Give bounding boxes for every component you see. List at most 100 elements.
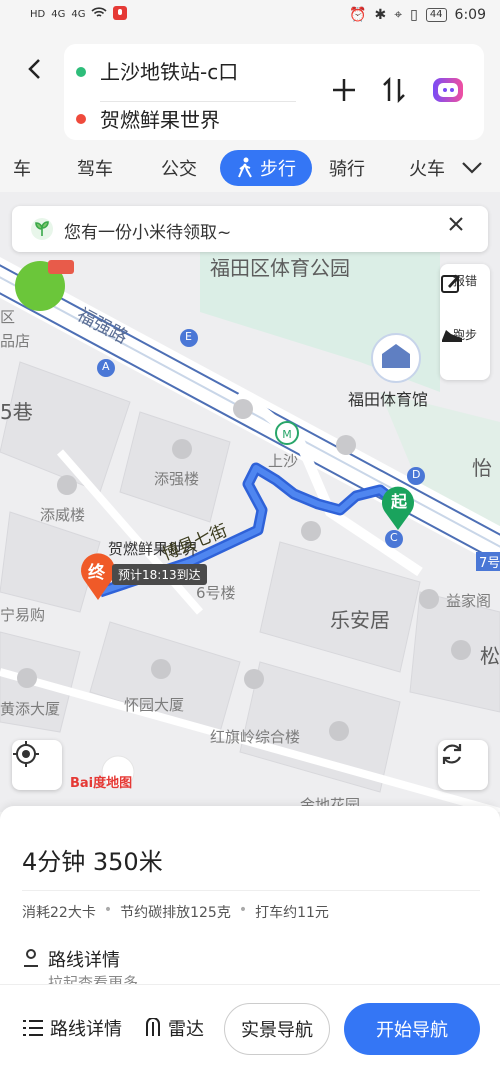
network-indicator-2: 4G (71, 9, 86, 20)
close-icon (449, 217, 463, 231)
transport-tabs: 车 驾车 公交 步行 骑行 火车 (0, 146, 500, 192)
taxi-stat: 打车约11元 (255, 905, 329, 921)
refresh-icon (442, 744, 462, 764)
destination-field[interactable]: 贺燃鲜果世界 (100, 104, 220, 133)
location-icon: ⌖ (394, 7, 403, 23)
map-tools-panel: 报错 跑步 (440, 264, 490, 380)
building-label: 怡 (472, 456, 492, 480)
building-label: 添强楼 (154, 470, 200, 488)
route-details-label: 路线详情 (50, 1019, 122, 1040)
route-badge: 7号 (476, 552, 500, 571)
station-label: 上沙 (268, 452, 299, 470)
wifi-icon (91, 7, 108, 22)
mic-icon (113, 6, 128, 23)
map-view[interactable]: M 福田区体育公园 福强路 福田体育馆 上沙 添强楼 添威楼 贺燃鲜果世界 博县… (0, 192, 500, 812)
assistant-icon (433, 78, 463, 102)
dot-separator: • (103, 902, 113, 918)
live-nav-button[interactable]: 实景导航 (224, 1003, 330, 1055)
building-label: 松 (480, 644, 500, 668)
logo-text: Bai度地图 (70, 776, 133, 791)
building-label: 乐安居 (330, 608, 390, 632)
exit-e-label: E (185, 330, 192, 343)
route-header: 上沙地铁站-c口 贺燃鲜果世界 (0, 34, 500, 146)
tab-car-partial[interactable]: 车 (10, 150, 34, 186)
parking-icon (301, 521, 321, 541)
route-details-button[interactable]: 路线详情 (22, 1015, 122, 1041)
run-button[interactable]: 跑步 (440, 326, 490, 343)
status-bar: HD 4G 4G ⏰ ✱ ⌖ ▯ 44 6:09 (0, 0, 500, 34)
park-label: 福田区体育公园 (210, 256, 350, 280)
clock: 6:09 (454, 7, 486, 23)
signal-indicators: HD 4G 4G (30, 6, 128, 23)
walk-icon (238, 157, 252, 178)
end-marker-label: 终 (88, 563, 105, 583)
radar-label: 雷达 (168, 1019, 204, 1040)
details-title[interactable]: 路线详情 (48, 946, 120, 972)
banner-close-button[interactable] (448, 216, 476, 244)
swap-icon (383, 77, 405, 103)
promo-text: 您有一份小米待领取~ (64, 223, 232, 243)
assistant-button[interactable] (430, 72, 466, 108)
dot-separator: • (238, 902, 248, 918)
list-icon (23, 1020, 43, 1036)
battery-level: 44 (425, 8, 447, 22)
refresh-button[interactable] (438, 740, 488, 790)
stadium-label: 福田体育馆 (348, 390, 429, 409)
divider (100, 101, 296, 102)
building-label: 益家阁 (446, 592, 492, 610)
svg-text:M: M (282, 428, 292, 441)
tab-drive[interactable]: 驾车 (70, 150, 120, 186)
radar-icon (146, 1018, 160, 1036)
route-stats: 消耗22大卡 • 节约碳排放125克 • 打车约11元 (22, 902, 329, 922)
origin-dot-icon (76, 67, 86, 77)
tab-walk[interactable]: 步行 (220, 150, 312, 186)
building-label: 怀园大厦 (124, 696, 185, 714)
exit-d-label: D (412, 468, 421, 481)
hd-indicator: HD (30, 9, 46, 20)
destination-dot-icon (76, 114, 86, 124)
bottom-action-bar: 路线详情 雷达 实景导航 开始导航 (0, 984, 500, 1083)
person-pin-icon (24, 949, 38, 967)
vibrate-icon: ▯ (410, 7, 418, 23)
lane-label: 5巷 (0, 400, 33, 424)
start-marker-label: 起 (391, 492, 408, 511)
chevron-down-icon (462, 162, 482, 174)
edit-icon (441, 275, 460, 293)
tab-transit[interactable]: 公交 (154, 150, 204, 186)
back-button[interactable] (18, 52, 52, 86)
start-nav-button[interactable]: 开始导航 (344, 1003, 480, 1055)
locate-button[interactable] (12, 740, 62, 790)
origin-field[interactable]: 上沙地铁站-c口 (100, 56, 238, 85)
building-label: 品店 (0, 332, 31, 350)
tab-walk-label: 步行 (260, 159, 296, 180)
carbon-stat: 节约碳排放125克 (120, 905, 231, 921)
bus-stop-icon (233, 399, 253, 419)
exit-c-label: C (390, 531, 398, 544)
tab-bike[interactable]: 骑行 (322, 150, 372, 186)
radar-button[interactable]: 雷达 (144, 1015, 204, 1041)
building-label: 红旗岭综合楼 (210, 728, 301, 746)
alarm-icon: ⏰ (349, 7, 367, 23)
eta-label: 预计18:13到达 (112, 564, 207, 585)
tabs-more-button[interactable] (456, 150, 488, 186)
promo-banner[interactable]: 您有一份小米待领取~ (12, 206, 488, 252)
building-label: 区 (0, 308, 16, 326)
sprout-icon (31, 218, 53, 240)
baidu-map-logo: Bai度地图 (70, 752, 146, 791)
calories-stat: 消耗22大卡 (22, 905, 96, 921)
network-indicator-1: 4G (51, 9, 66, 20)
building-label: 黄添大厦 (0, 700, 61, 718)
status-right: ⏰ ✱ ⌖ ▯ 44 6:09 (349, 7, 486, 23)
tab-train[interactable]: 火车 (404, 150, 450, 186)
building-label: 添威楼 (40, 506, 86, 524)
report-error-button[interactable]: 报错 (440, 272, 490, 293)
swap-route-button[interactable] (376, 72, 412, 108)
route-time-distance: 4分钟 350米 (22, 848, 163, 876)
shoe-icon (442, 330, 462, 342)
locate-icon (13, 741, 39, 767)
plus-icon (333, 79, 355, 101)
map-canvas: M (0, 252, 500, 812)
add-waypoint-button[interactable] (326, 72, 362, 108)
divider (22, 890, 480, 891)
building-label: 6号楼 (196, 584, 236, 602)
